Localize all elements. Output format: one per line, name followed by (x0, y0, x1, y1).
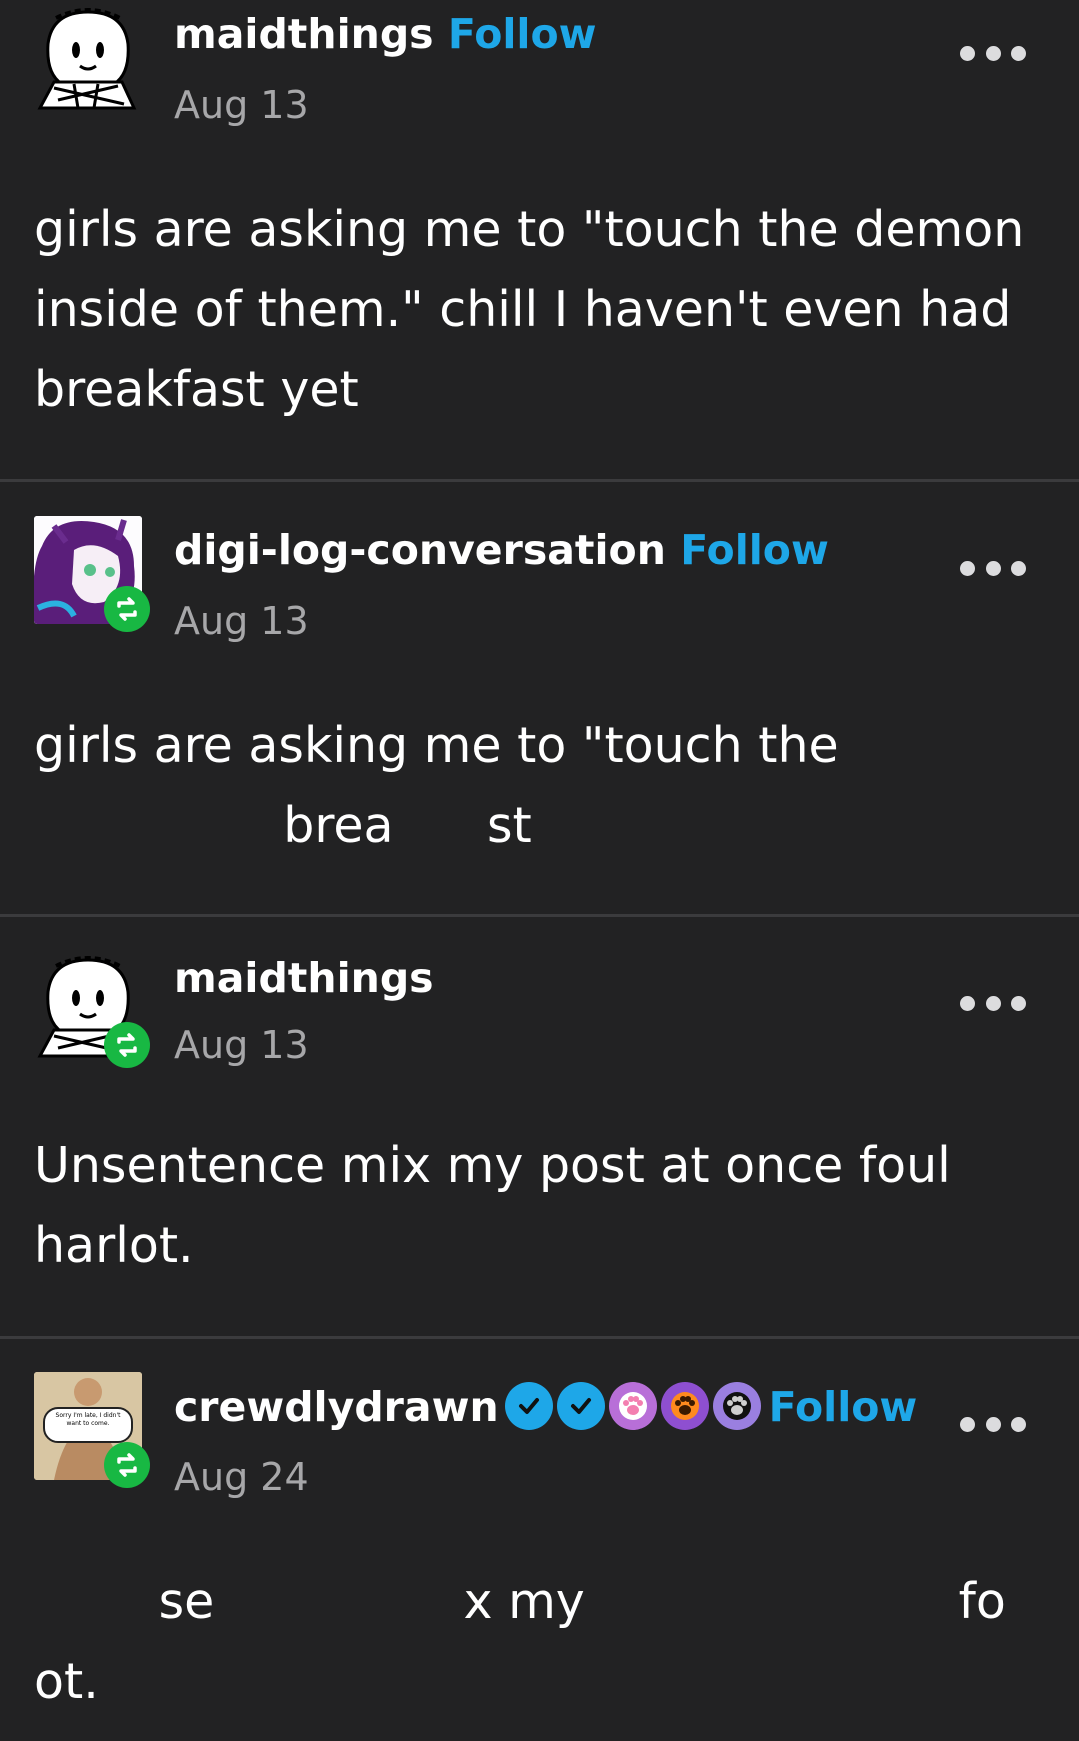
paw-badge-icon[interactable] (660, 1382, 709, 1430)
verified-badge-icon[interactable] (556, 1382, 605, 1430)
avatar[interactable]: Sorry I'm late, I didn't want to come. (34, 1372, 150, 1488)
post-date[interactable]: Aug 24 (174, 1458, 309, 1496)
paw-badge-icon[interactable] (608, 1382, 657, 1430)
post-username[interactable]: crewdlydrawn (174, 1383, 499, 1431)
follow-button[interactable]: Follow (769, 1383, 918, 1431)
more-options-icon[interactable] (960, 1414, 1026, 1434)
paw-badge-icon[interactable] (712, 1382, 761, 1430)
verified-badge-icon[interactable] (504, 1382, 553, 1430)
avatar-caption: Sorry I'm late, I didn't want to come. (55, 1412, 121, 1427)
user-badges[interactable] (504, 1382, 761, 1430)
post-4: Sorry I'm late, I didn't want to come. c… (0, 0, 1079, 1741)
post-text: se x my fo ot. (34, 1573, 1006, 1710)
reblog-icon (104, 1442, 150, 1488)
